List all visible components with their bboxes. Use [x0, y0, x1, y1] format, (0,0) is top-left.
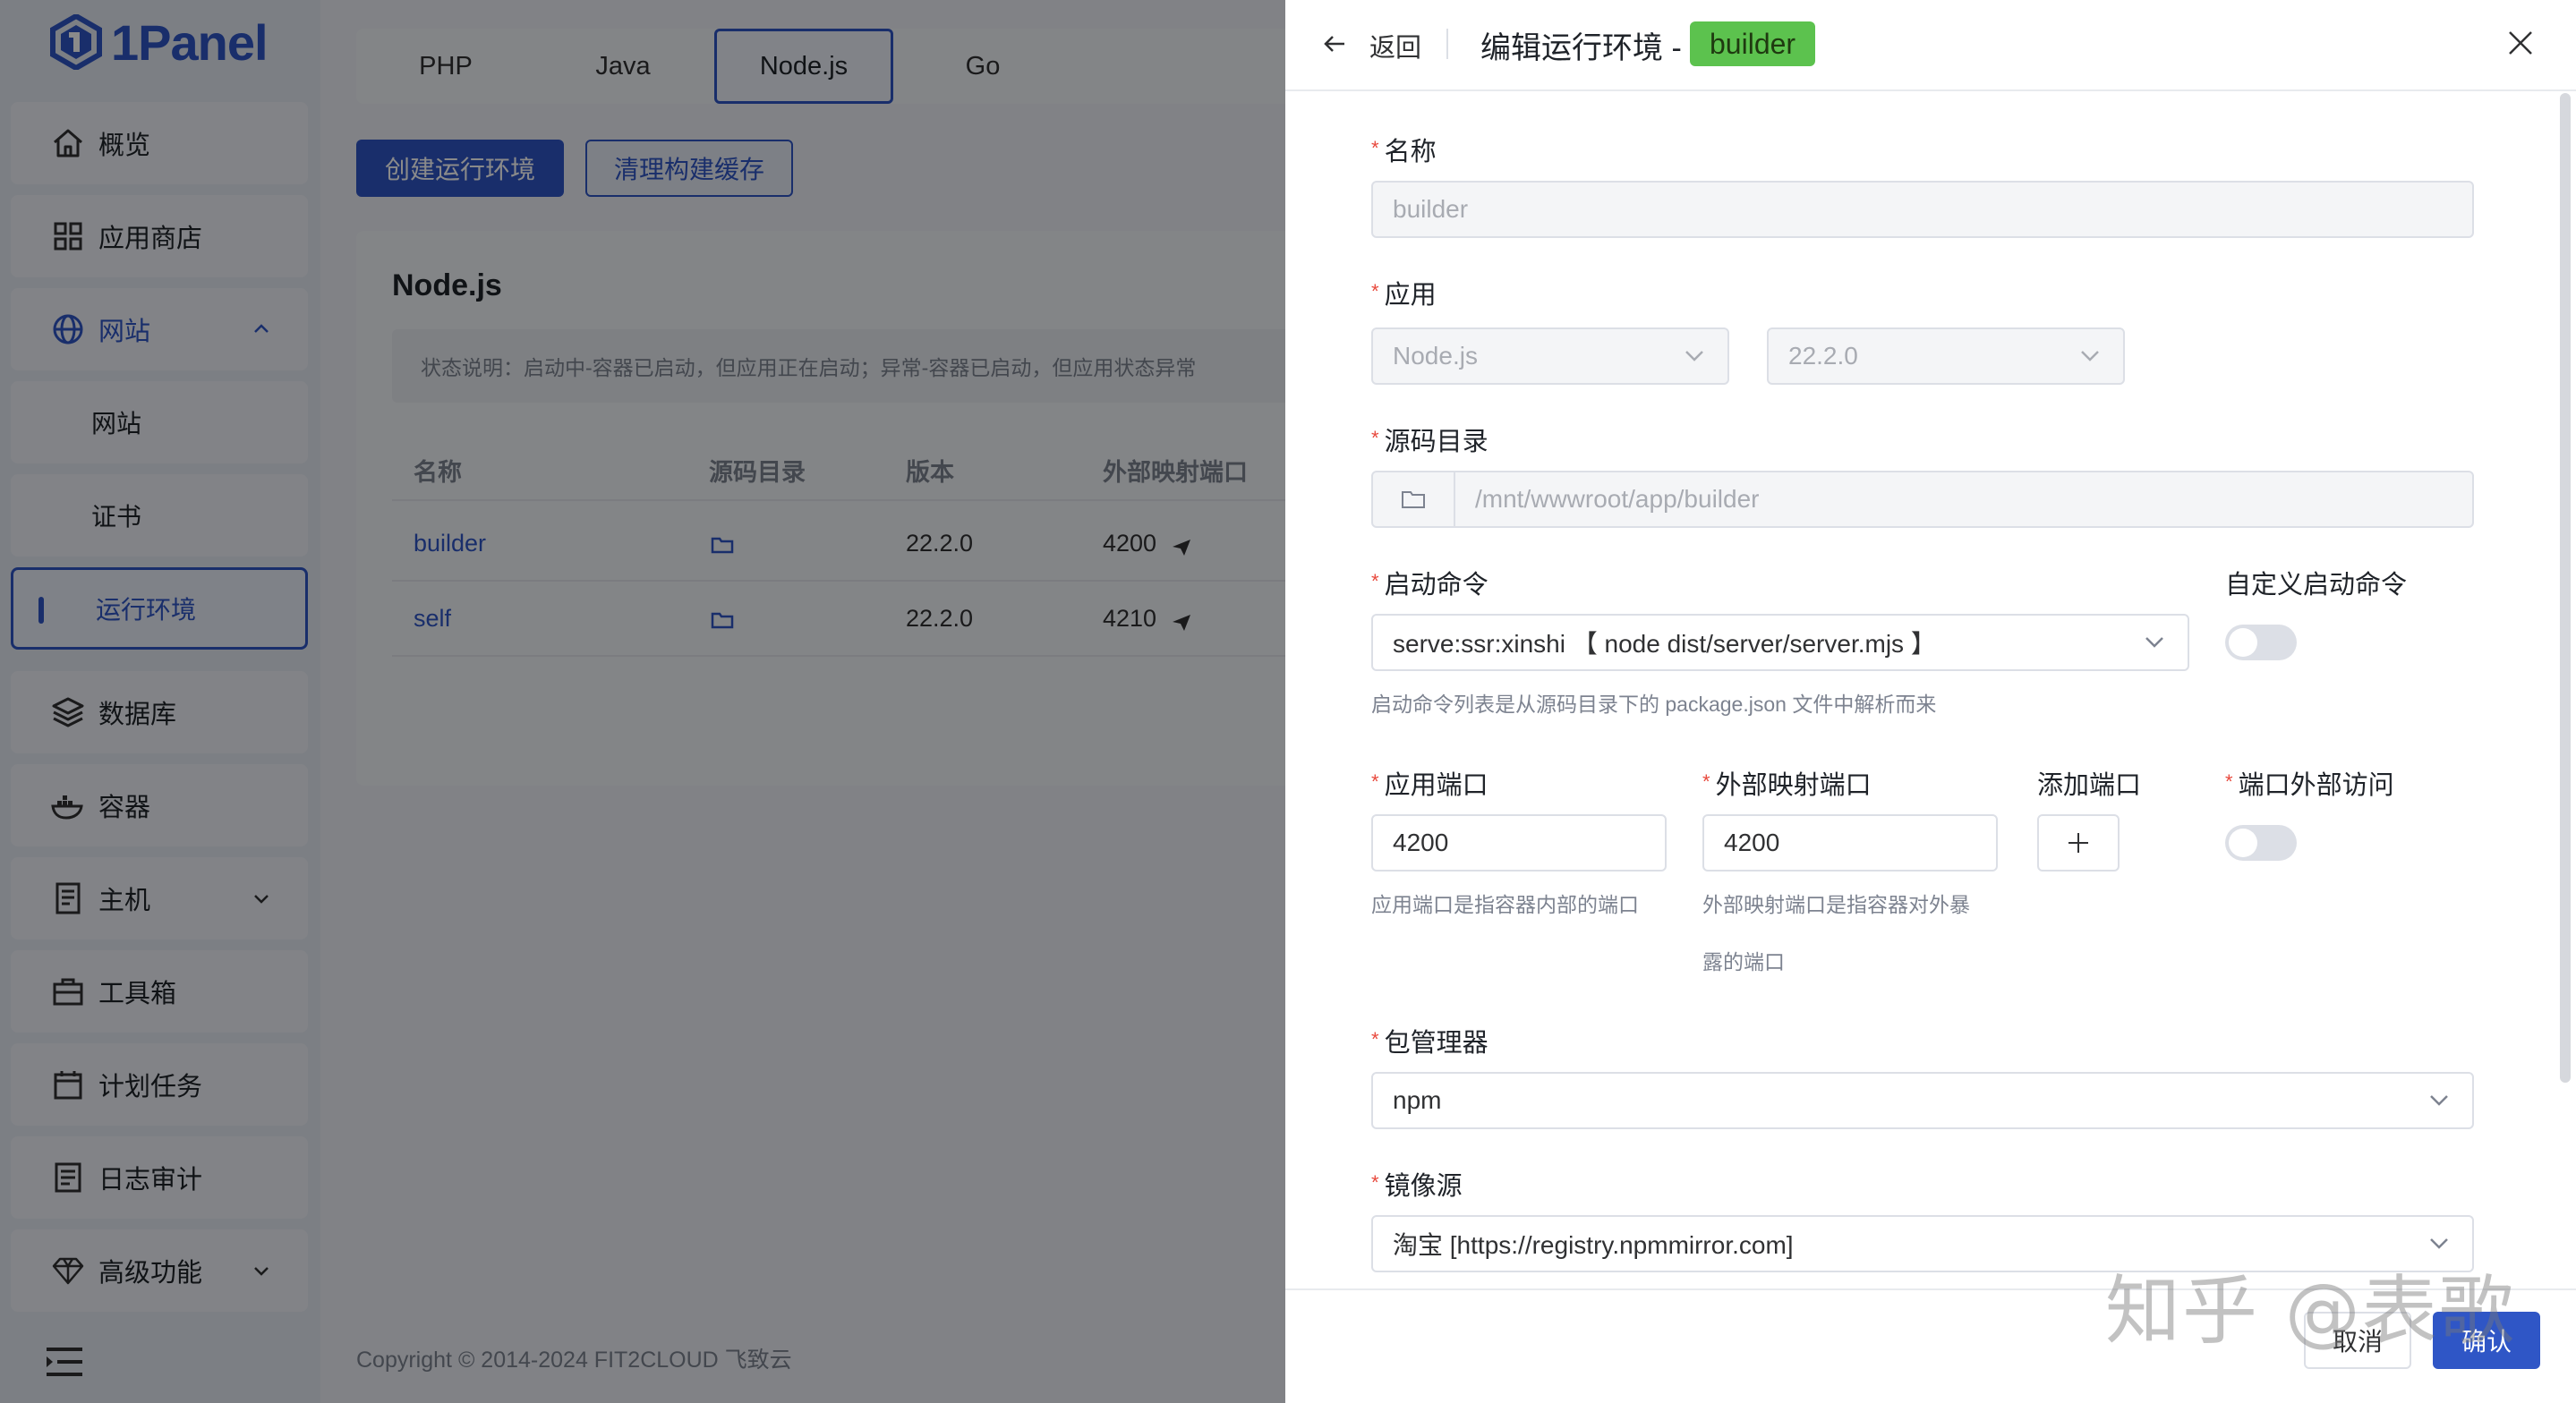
package-manager-select[interactable]: npm — [1371, 1072, 2474, 1129]
runtime-name-badge: builder — [1690, 21, 1816, 66]
external-port-label: * 外部映射端口 — [1702, 770, 1872, 800]
folder-icon — [1402, 491, 1425, 508]
name-label: * 名称 — [1371, 137, 1437, 166]
zhihu-watermark: 知乎 @表歌 — [2105, 1267, 2516, 1355]
port-external-access-toggle[interactable] — [2225, 825, 2297, 861]
version-select[interactable]: 22.2.0 — [1767, 327, 2125, 385]
source-dir-label: * 源码目录 — [1371, 427, 1488, 456]
plus-icon — [2068, 833, 2088, 853]
back-arrow-icon[interactable] — [1321, 30, 1348, 57]
chevron-down-icon — [2145, 637, 2163, 648]
name-field[interactable]: builder — [1371, 181, 2474, 238]
app-port-field[interactable]: 4200 — [1371, 814, 1667, 872]
close-icon[interactable] — [2506, 29, 2535, 57]
start-command-help: 启动命令列表是从源码目录下的 package.json 文件中解析而来 — [1371, 693, 1937, 716]
app-label: * 应用 — [1371, 280, 1437, 310]
add-port-label: 添加端口 — [2037, 771, 2142, 800]
source-dir-field[interactable]: /mnt/wwwroot/app/builder — [1371, 471, 2474, 528]
app-select[interactable]: Node.js — [1371, 327, 1729, 385]
chevron-down-icon — [1685, 351, 1703, 361]
port-external-access-label: * 端口外部访问 — [2225, 770, 2394, 800]
modal-overlay[interactable] — [0, 0, 1285, 1403]
drawer-scrollbar[interactable] — [2560, 93, 2571, 1083]
package-manager-label: * 包管理器 — [1371, 1028, 1488, 1058]
external-port-help-cont: 露的端口 — [1702, 950, 1785, 974]
custom-command-toggle[interactable] — [2225, 625, 2297, 660]
start-command-select[interactable]: serve:ssr:xinshi 【 node dist/server/serv… — [1371, 614, 2189, 671]
drawer-title: 编辑运行环境 - — [1480, 31, 1682, 65]
external-port-help: 外部映射端口是指容器对外暴 — [1702, 893, 1970, 916]
chevron-down-icon — [2430, 1238, 2448, 1249]
edit-runtime-drawer: 返回 编辑运行环境 - builder * 名称 builder * 应用 Node… — [1285, 0, 2576, 1403]
start-command-label: * 启动命令 — [1371, 570, 1488, 599]
app-port-help: 应用端口是指容器内部的端口 — [1371, 893, 1639, 916]
chevron-down-icon — [2430, 1095, 2448, 1106]
drawer-header: 返回 编辑运行环境 - builder — [1285, 0, 2576, 91]
external-port-field[interactable]: 4200 — [1702, 814, 1998, 872]
app-port-label: * 应用端口 — [1371, 770, 1488, 800]
header-divider — [1446, 29, 1448, 59]
folder-picker-button[interactable] — [1373, 472, 1455, 526]
custom-command-label: 自定义启动命令 — [2225, 571, 2408, 599]
add-port-button[interactable] — [2037, 814, 2120, 872]
back-button[interactable]: 返回 — [1369, 27, 1421, 64]
chevron-down-icon — [2081, 351, 2099, 361]
mirror-label: * 镜像源 — [1371, 1171, 1463, 1201]
